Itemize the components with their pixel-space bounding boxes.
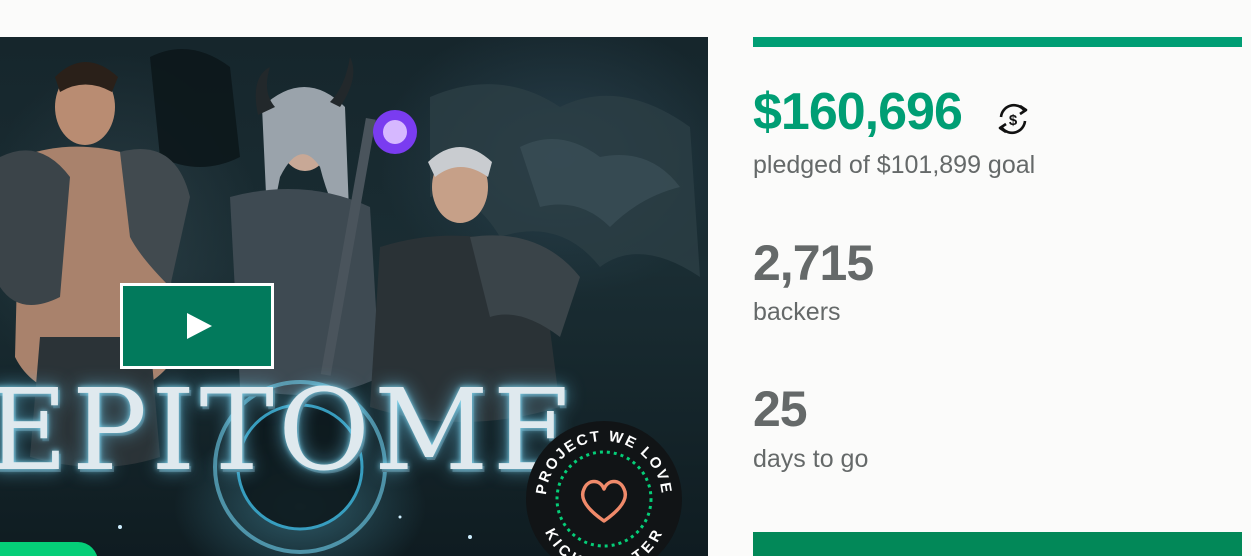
funding-progress-fill: [753, 37, 1242, 47]
pledged-amount: $160,696: [753, 83, 963, 141]
campaign-page: EPITOME PROJECT WE LOVE KICKSTARTER $160…: [0, 0, 1251, 556]
backers-count: 2,715: [753, 235, 874, 291]
pledged-goal-label: pledged of $101,899 goal: [753, 151, 1036, 179]
days-to-go-label: days to go: [753, 445, 869, 473]
days-to-go-count: 25: [753, 381, 808, 437]
project-video[interactable]: EPITOME PROJECT WE LOVE KICKSTARTER: [0, 37, 708, 556]
project-we-love-badge: PROJECT WE LOVE KICKSTARTER: [526, 421, 682, 556]
status-chip: [0, 542, 98, 556]
play-icon: [186, 313, 212, 339]
backers-label: backers: [753, 298, 841, 326]
back-this-project-button[interactable]: [753, 532, 1242, 556]
game-title-logo: EPITOME: [0, 366, 579, 496]
currency-conversion-icon[interactable]: $: [993, 99, 1033, 139]
funding-progress-bar: [753, 37, 1242, 47]
play-video-button[interactable]: [120, 283, 274, 369]
svg-text:$: $: [1009, 112, 1018, 129]
